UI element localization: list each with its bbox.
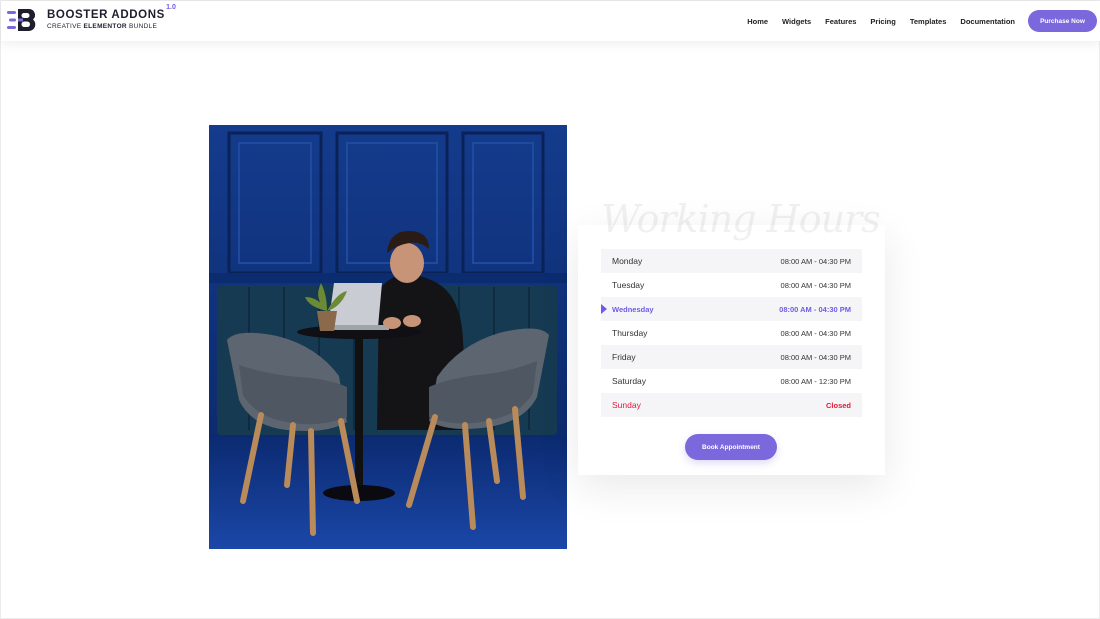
site-header: BOOSTER ADDONS 1.0 CREATIVE ELEMENTOR BU… [1, 1, 1100, 41]
nav-item-pricing[interactable]: Pricing [870, 17, 895, 26]
hours-row-wednesday: Wednesday 08:00 AM - 04:30 PM [601, 297, 862, 321]
hours-row-tuesday: Tuesday 08:00 AM - 04:30 PM [601, 273, 862, 297]
hours-table: Monday 08:00 AM - 04:30 PM Tuesday 08:00… [601, 249, 862, 417]
hours-row-friday: Friday 08:00 AM - 04:30 PM [601, 345, 862, 369]
day-label: Tuesday [612, 280, 645, 290]
nav-item-widgets[interactable]: Widgets [782, 17, 811, 26]
hours-row-monday: Monday 08:00 AM - 04:30 PM [601, 249, 862, 273]
hours-row-thursday: Thursday 08:00 AM - 04:30 PM [601, 321, 862, 345]
time-value: 08:00 AM - 12:30 PM [780, 376, 851, 386]
day-label: Wednesday [612, 304, 654, 314]
closed-status: Closed [825, 400, 851, 410]
time-value: 08:00 AM - 04:30 PM [779, 304, 851, 314]
brand-subtitle-pre: CREATIVE [47, 22, 84, 30]
working-hours-heading: Working Hours [601, 197, 881, 241]
nav-item-documentation[interactable]: Documentation [960, 17, 1015, 26]
day-label: Thursday [612, 328, 648, 338]
time-value: 08:00 AM - 04:30 PM [780, 256, 851, 266]
booster-logo-icon [7, 8, 36, 31]
day-label: Sunday [612, 400, 641, 410]
working-hours-card: Monday 08:00 AM - 04:30 PM Tuesday 08:00… [578, 225, 885, 475]
main-nav: Home Widgets Features Pricing Templates … [733, 1, 1015, 41]
day-label: Saturday [612, 376, 647, 386]
nav-item-templates[interactable]: Templates [910, 17, 947, 26]
purchase-now-button[interactable]: Purchase Now [1028, 10, 1097, 32]
brand-logo[interactable]: BOOSTER ADDONS 1.0 CREATIVE ELEMENTOR BU… [7, 4, 176, 34]
current-day-arrow-icon [601, 304, 607, 314]
brand-subtitle-bold: ELEMENTOR [83, 22, 127, 30]
brand-subtitle-post: BUNDLE [126, 22, 158, 30]
cafe-photo-illustration [209, 125, 567, 549]
time-value: 08:00 AM - 04:30 PM [780, 280, 851, 290]
brand-subtitle: CREATIVE ELEMENTOR BUNDLE [47, 22, 165, 31]
time-value: 08:00 AM - 04:30 PM [780, 328, 851, 338]
hours-row-saturday: Saturday 08:00 AM - 12:30 PM [601, 369, 862, 393]
nav-item-home[interactable]: Home [747, 17, 768, 26]
brand-title: BOOSTER ADDONS 1.0 [47, 4, 176, 22]
brand-title-text: BOOSTER ADDONS [47, 9, 165, 21]
hours-row-sunday: Sunday Closed [601, 393, 862, 417]
hero-photo [209, 125, 567, 549]
day-label: Friday [612, 352, 636, 362]
nav-item-features[interactable]: Features [825, 17, 856, 26]
brand-version: 1.0 [166, 4, 176, 11]
day-label: Monday [612, 256, 643, 266]
time-value: 08:00 AM - 04:30 PM [780, 352, 851, 362]
book-appointment-button[interactable]: Book Appointment [685, 434, 777, 460]
